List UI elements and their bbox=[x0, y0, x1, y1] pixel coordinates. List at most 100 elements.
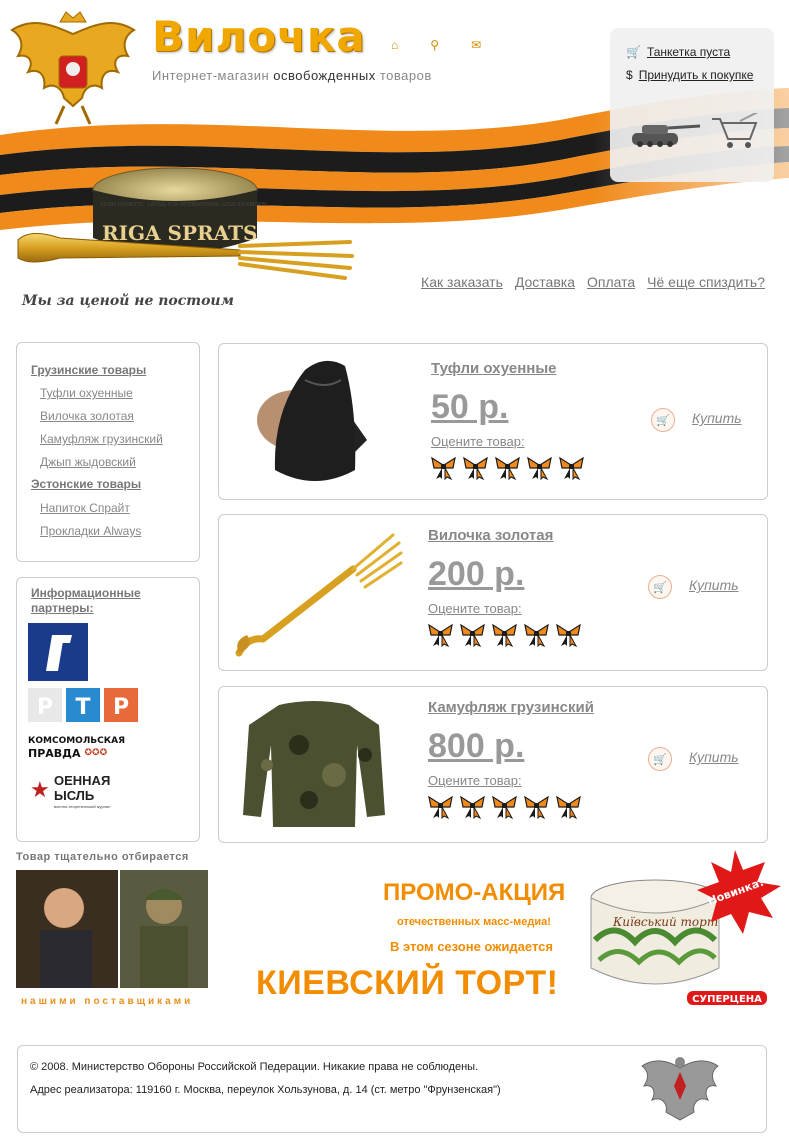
voennaya-mysl-logo[interactable]: ★ ОЕННАЯ ЫСЛЬ военно-теоретический журна… bbox=[28, 773, 138, 813]
super-price-badge: СУПЕРЦЕНА bbox=[692, 994, 762, 1005]
nav-payment[interactable]: Оплата bbox=[587, 274, 635, 290]
top-nav: Как заказать Доставка Оплата Чё еще спиз… bbox=[421, 274, 765, 290]
kp-logo-line2: ПРАВДА ✪✪✪ bbox=[28, 747, 142, 760]
suppliers-title: Товар тщательно отбирается bbox=[16, 851, 189, 863]
product-card-camouflage: Камуфляж грузинский 800 р. Оцените товар… bbox=[218, 686, 768, 843]
tank-and-cart-icon bbox=[632, 113, 759, 148]
rating-ribbon-icon[interactable] bbox=[555, 795, 582, 819]
checkout-line: $ Принудить к покупке bbox=[626, 68, 753, 82]
product-name[interactable]: Туфли охуенные bbox=[431, 360, 556, 377]
nav-how-to-order[interactable]: Как заказать bbox=[421, 274, 503, 290]
rating-ribbon-icon[interactable] bbox=[523, 623, 550, 647]
cart-add-icon[interactable]: 🛒 bbox=[651, 408, 675, 432]
vm-line1: ОЕННАЯ bbox=[54, 773, 111, 788]
top-icon-bar: ⌂ ⚲ ✉ bbox=[391, 38, 481, 52]
rating-ribbon-icon[interactable] bbox=[494, 456, 521, 480]
vm-small: военно-теоретический журнал bbox=[54, 804, 111, 809]
rating-ribbon-icon[interactable] bbox=[430, 456, 457, 480]
cart-status-line: 🛒 Танкетка пуста bbox=[626, 45, 730, 59]
category-estonian[interactable]: Эстонские товары bbox=[31, 477, 141, 491]
mail-icon[interactable]: ✉ bbox=[471, 38, 481, 52]
suppliers-caption: нашими поставщиками bbox=[21, 996, 194, 1007]
slogan: Мы за ценой не постоим bbox=[22, 293, 234, 309]
product-rating-ribbons bbox=[427, 623, 582, 647]
product-rate-label: Оцените товар: bbox=[428, 773, 522, 788]
cart-box: 🛒 Танкетка пуста $ Принудить к покупке bbox=[610, 28, 774, 182]
cake-label: Київський торт bbox=[612, 915, 718, 929]
category-menu: Грузинские товары Туфли охуенные Вилочка… bbox=[16, 342, 200, 562]
rating-ribbon-icon[interactable] bbox=[459, 623, 486, 647]
cart-add-icon[interactable]: 🛒 bbox=[648, 747, 672, 771]
rating-ribbon-icon[interactable] bbox=[459, 795, 486, 819]
partners-panel: Информационные партнеры: Р Т Р КОМСОМОЛЬ… bbox=[16, 577, 200, 842]
category-item-golden-fork[interactable]: Вилочка золотая bbox=[40, 409, 134, 423]
kp-logo[interactable]: КОМСОМОЛЬСКАЯ ПРАВДА ✪✪✪ bbox=[28, 736, 142, 764]
rating-ribbon-icon[interactable] bbox=[526, 456, 553, 480]
defense-ministry-emblem bbox=[641, 1057, 719, 1121]
product-price: 800 р. bbox=[428, 727, 525, 765]
header: RIGA SPRATS STORY DOMESTIC, LATVIA, FOR … bbox=[0, 0, 789, 330]
cart-icon: 🛒 bbox=[626, 45, 641, 59]
product-card-shoes: Туфли охуенные 50 р. Оцените товар: 🛒 Ку… bbox=[218, 343, 768, 500]
rtr-letter-1: Р bbox=[37, 695, 53, 720]
product-rate-label: Оцените товар: bbox=[431, 434, 525, 449]
product-image-camouflage[interactable] bbox=[239, 695, 389, 831]
promo-line-1: отечественных масс-медиа! bbox=[397, 916, 551, 928]
rtr-letter-2: Т bbox=[75, 695, 90, 720]
product-card-golden-fork: Вилочка золотая 200 р. Оцените товар: 🛒 … bbox=[218, 514, 768, 671]
kp-medals-icon: ✪✪✪ bbox=[84, 748, 108, 758]
rating-ribbon-icon[interactable] bbox=[558, 456, 585, 480]
rating-ribbon-icon[interactable] bbox=[523, 795, 550, 819]
rating-ribbon-icon[interactable] bbox=[555, 623, 582, 647]
site-subtitle-pre: Интернет-магазин bbox=[152, 68, 274, 83]
product-price: 50 р. bbox=[431, 388, 509, 426]
category-item-always[interactable]: Прокладки Always bbox=[40, 524, 141, 538]
cart-status-link[interactable]: Танкетка пуста bbox=[647, 45, 730, 59]
site-subtitle-mid: освобожденных bbox=[273, 68, 376, 83]
rating-ribbon-icon[interactable] bbox=[462, 456, 489, 480]
product-rating-ribbons bbox=[430, 456, 585, 480]
vm-line2: ЫСЛЬ bbox=[54, 788, 95, 803]
buy-button[interactable]: Купить bbox=[689, 749, 739, 765]
category-item-shoes[interactable]: Туфли охуенные bbox=[40, 386, 133, 400]
category-georgian[interactable]: Грузинские товары bbox=[31, 363, 146, 377]
checkout-link[interactable]: Принудить к покупке bbox=[639, 68, 754, 82]
promo-line-3[interactable]: КИЕВСКИЙ ТОРТ! bbox=[256, 964, 558, 1003]
star-icon: ★ bbox=[30, 777, 50, 802]
product-image-golden-fork[interactable] bbox=[233, 529, 403, 659]
rating-ribbon-icon[interactable] bbox=[491, 623, 518, 647]
buy-button[interactable]: Купить bbox=[689, 577, 739, 593]
buy-button[interactable]: Купить bbox=[692, 410, 742, 426]
site-subtitle: Интернет-магазин освобожденных товаров bbox=[152, 68, 432, 83]
category-item-jeep[interactable]: Джып жыдовский bbox=[40, 455, 136, 469]
product-price: 200 р. bbox=[428, 555, 525, 593]
product-name[interactable]: Вилочка золотая bbox=[428, 527, 553, 544]
rating-ribbon-icon[interactable] bbox=[427, 795, 454, 819]
home-icon[interactable]: ⌂ bbox=[391, 38, 398, 52]
kp-logo-line1: КОМСОМОЛЬСКАЯ bbox=[28, 736, 126, 746]
product-rate-label: Оцените товар: bbox=[428, 601, 522, 616]
product-image-shoes[interactable] bbox=[245, 350, 377, 490]
dollar-icon: $ bbox=[626, 68, 633, 82]
site-title[interactable]: Вилочка bbox=[152, 12, 366, 61]
cart-add-icon[interactable]: 🛒 bbox=[648, 575, 672, 599]
footer-copyright: © 2008. Министерство Обороны Российской … bbox=[30, 1061, 479, 1073]
can-small-text: STORY DOMESTIC, LATVIA, FOR INTERNATIONA… bbox=[100, 202, 267, 208]
channel-one-logo[interactable] bbox=[28, 623, 88, 681]
product-name[interactable]: Камуфляж грузинский bbox=[428, 699, 594, 716]
search-icon[interactable]: ⚲ bbox=[430, 38, 439, 52]
nav-delivery[interactable]: Доставка bbox=[515, 274, 575, 290]
kiev-cake-image[interactable]: Київський торт Новинка! СУПЕРЦЕНА bbox=[585, 850, 785, 1010]
rtr-letter-3: Р bbox=[113, 695, 129, 720]
category-item-sprite[interactable]: Напиток Спрайт bbox=[40, 501, 130, 515]
rating-ribbon-icon[interactable] bbox=[491, 795, 518, 819]
site-subtitle-post: товаров bbox=[375, 68, 432, 83]
coat-of-arms-logo bbox=[10, 11, 136, 125]
category-item-camouflage[interactable]: Камуфляж грузинский bbox=[40, 432, 163, 446]
nav-what-else[interactable]: Чё еще спиздить? bbox=[647, 274, 765, 290]
rtr-logo[interactable]: Р Т Р bbox=[28, 688, 138, 722]
partners-title: Информационные партнеры: bbox=[31, 586, 141, 615]
promo-title: ПРОМО-АКЦИЯ bbox=[383, 879, 566, 906]
rating-ribbon-icon[interactable] bbox=[427, 623, 454, 647]
promo-line-2: В этом сезоне ожидается bbox=[390, 939, 553, 954]
